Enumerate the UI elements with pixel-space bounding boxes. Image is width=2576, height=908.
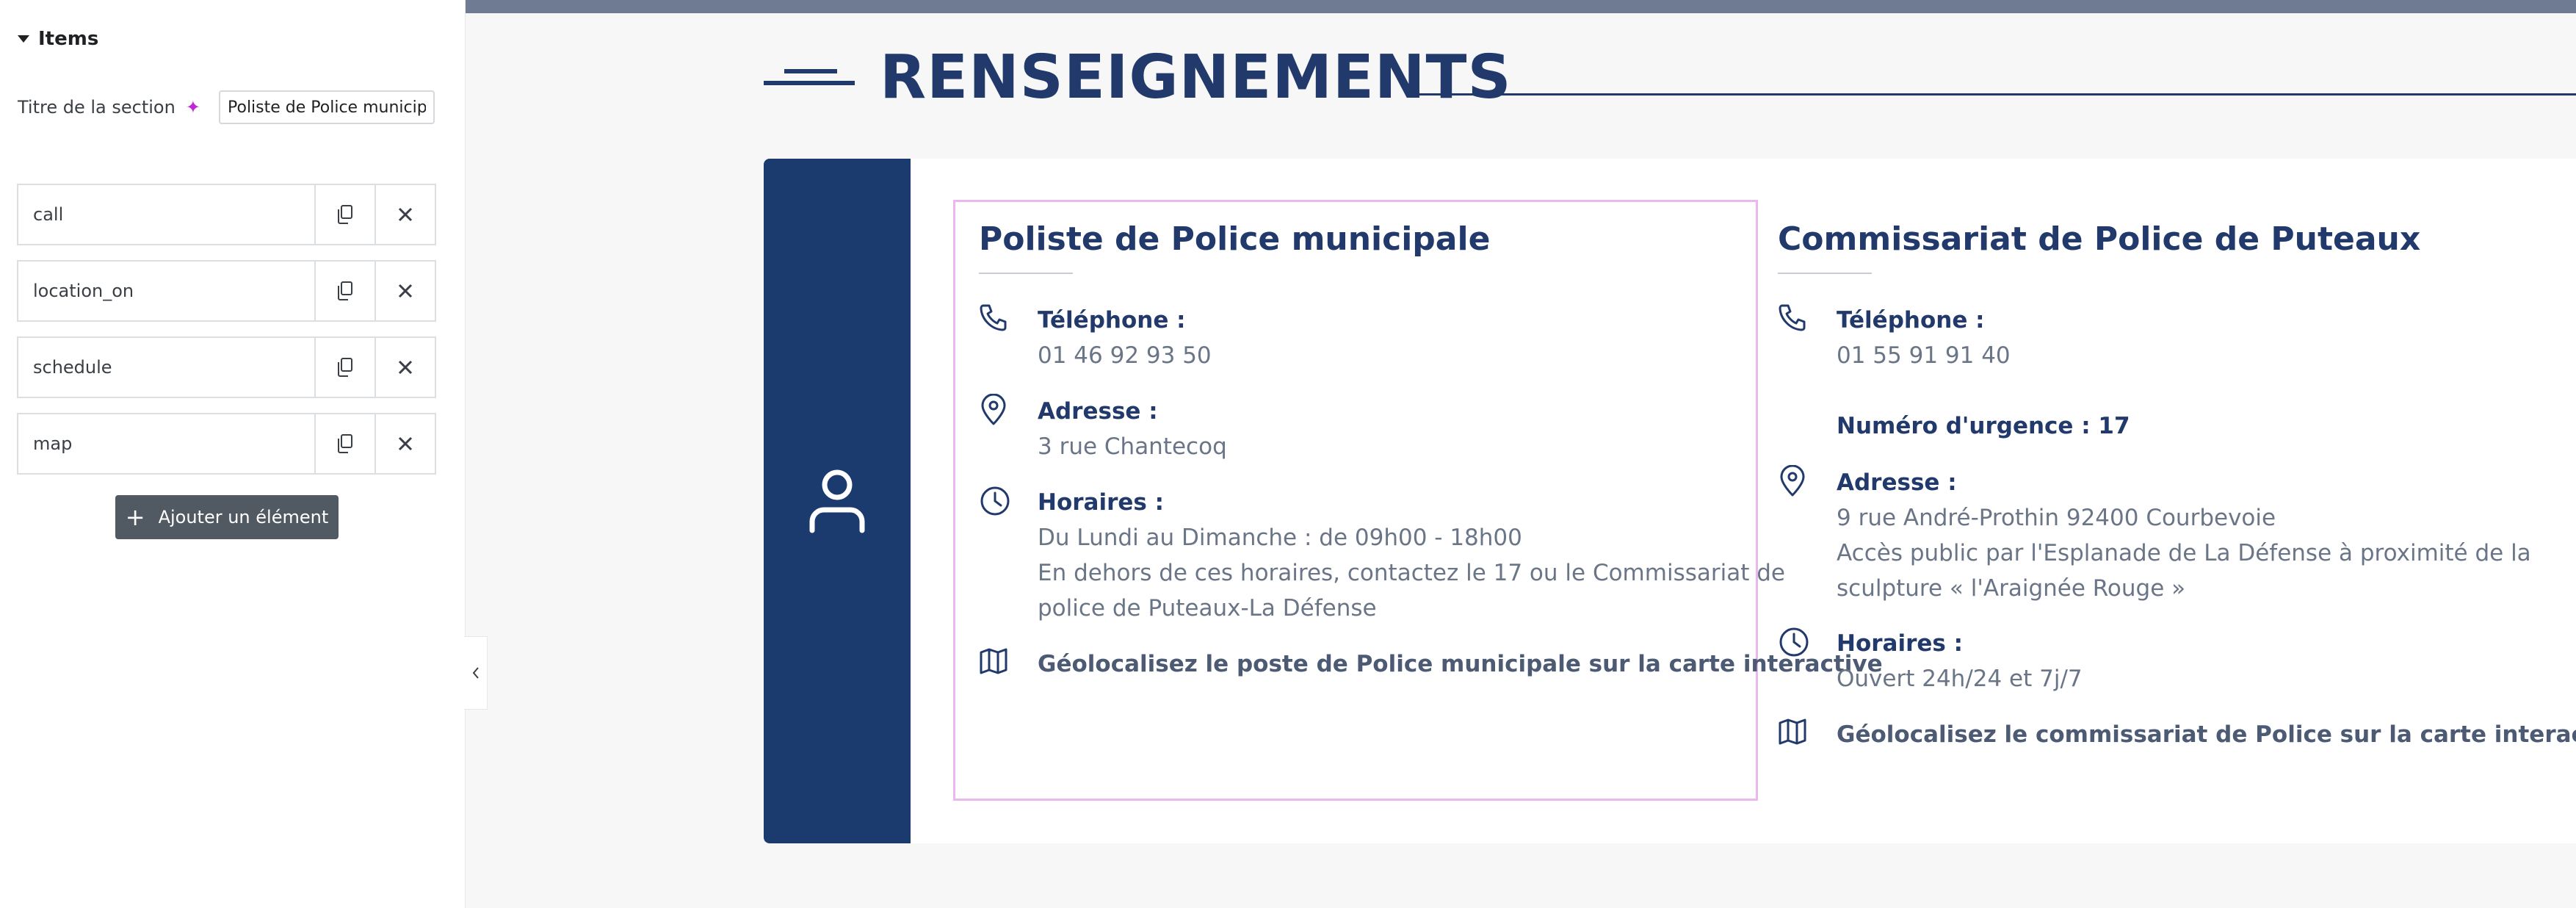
section-heading: RENSEIGNEMENTS [764,43,1512,112]
remove-button[interactable] [375,185,435,244]
phone-label: Téléphone : [1837,307,1985,334]
address-item: Adresse : 3 rue Chantecoq [979,393,1227,464]
duplicate-button[interactable] [314,338,375,397]
repeater-item[interactable]: location_on [17,260,436,322]
duplicate-button[interactable] [314,414,375,473]
ai-sparkle-icon[interactable]: ✦ [186,97,200,118]
remove-button[interactable] [375,262,435,320]
items-section-header[interactable]: Items [18,28,98,50]
close-icon [398,284,413,298]
duplicate-icon [338,205,352,224]
repeater-item[interactable]: schedule [17,336,436,398]
address-value: 3 rue Chantecoq [1038,433,1227,460]
map-link[interactable]: Géolocalisez le commissariat de Police s… [1837,717,2576,752]
section-title-label: Titre de la section ✦ [18,97,200,118]
address-line: 9 rue André-Prothin 92400 Courbevoie [1837,505,2276,531]
title-underline [979,273,1073,274]
repeater-item-title[interactable]: schedule [18,338,314,397]
section-title-input[interactable] [219,90,435,124]
repeater-item-title[interactable]: map [18,414,314,473]
repeater-item[interactable]: map [17,413,436,475]
person-icon [809,469,865,533]
address-line: Accès public par l'Esplanade de La Défen… [1837,540,2531,566]
phone-item: Téléphone : 01 46 92 93 50 [979,303,1212,373]
clock-icon [980,486,1010,516]
preview-top-bar [466,0,2576,13]
map-item[interactable]: Géolocalisez le poste de Police municipa… [979,646,1883,682]
add-item-label: Ajouter un élément [158,507,329,527]
section-heading-text: RENSEIGNEMENTS [880,43,1512,112]
address-line: sculpture « l'Araignée Rouge » [1837,575,2186,602]
close-icon [398,436,413,451]
phone-icon [980,304,1007,331]
map-item[interactable]: Géolocalisez le commissariat de Police s… [1778,717,2576,752]
remove-button[interactable] [375,414,435,473]
address-item: Adresse : 9 rue André-Prothin 92400 Cour… [1778,464,2531,606]
hours-line: Du Lundi au Dimanche : de 09h00 - 18h00 [1038,525,1522,551]
phone-icon [1779,304,1806,331]
duplicate-button[interactable] [314,262,375,320]
hours-label: Horaires : [1038,489,1165,516]
section-title-label-text: Titre de la section [18,97,176,118]
heading-rule [1419,93,2576,96]
hours-line: police de Puteaux-La Défense [1038,595,1377,621]
duplicate-icon [338,358,352,377]
municipal-police-column: Poliste de Police municipale Téléphone :… [979,220,1883,677]
phone-value[interactable]: 01 55 91 91 40 [1837,338,2130,373]
editor-panel: Items Titre de la section ✦ call locatio… [0,0,466,908]
repeater-item-title[interactable]: location_on [18,262,314,320]
phone-value[interactable]: 01 46 92 93 50 [1038,338,1212,373]
add-item-button[interactable]: + Ajouter un élément [115,495,339,539]
hours-label: Horaires : [1837,630,1964,657]
duplicate-icon [338,281,352,300]
hours-item: Horaires : Ouvert 24h/24 et 7j/7 [1778,626,2083,696]
police-station-column: Commissariat de Police de Puteaux Téléph… [1778,220,2576,748]
chevron-left-icon [472,667,479,679]
hours-value: Ouvert 24h/24 et 7j/7 [1837,666,2083,692]
repeater-item-title[interactable]: call [18,185,314,244]
map-icon [1779,718,1806,745]
map-icon [980,648,1007,674]
municipal-police-title: Poliste de Police municipale [979,220,1491,258]
phone-label: Téléphone : [1038,307,1186,334]
map-link[interactable]: Géolocalisez le poste de Police municipa… [1038,646,1883,682]
plus-icon: + [125,503,145,531]
close-icon [398,360,413,375]
heading-decoration-icon [764,68,855,85]
address-label: Adresse : [1038,398,1158,425]
location-pin-icon [981,393,1006,425]
close-icon [398,207,413,222]
title-underline [1778,273,1872,274]
remove-button[interactable] [375,338,435,397]
duplicate-button[interactable] [314,185,375,244]
police-station-title: Commissariat de Police de Puteaux [1778,220,2421,258]
duplicate-icon [338,434,352,453]
emergency-number: Numéro d'urgence : 17 [1837,413,2130,439]
phone-item: Téléphone : 01 55 91 91 40 Numéro d'urge… [1778,303,2130,444]
location-pin-icon [1780,464,1805,497]
hours-item: Horaires : Du Lundi au Dimanche : de 09h… [979,485,1785,626]
caret-down-icon [18,35,29,43]
repeater-item[interactable]: call [17,184,436,245]
hours-line: En dehors de ces horaires, contactez le … [1038,560,1785,586]
address-label: Adresse : [1837,469,1957,496]
card-side-band [764,159,911,843]
collapse-panel-toggle[interactable] [464,636,488,710]
items-section-title: Items [38,28,99,50]
clock-icon [1779,627,1809,657]
